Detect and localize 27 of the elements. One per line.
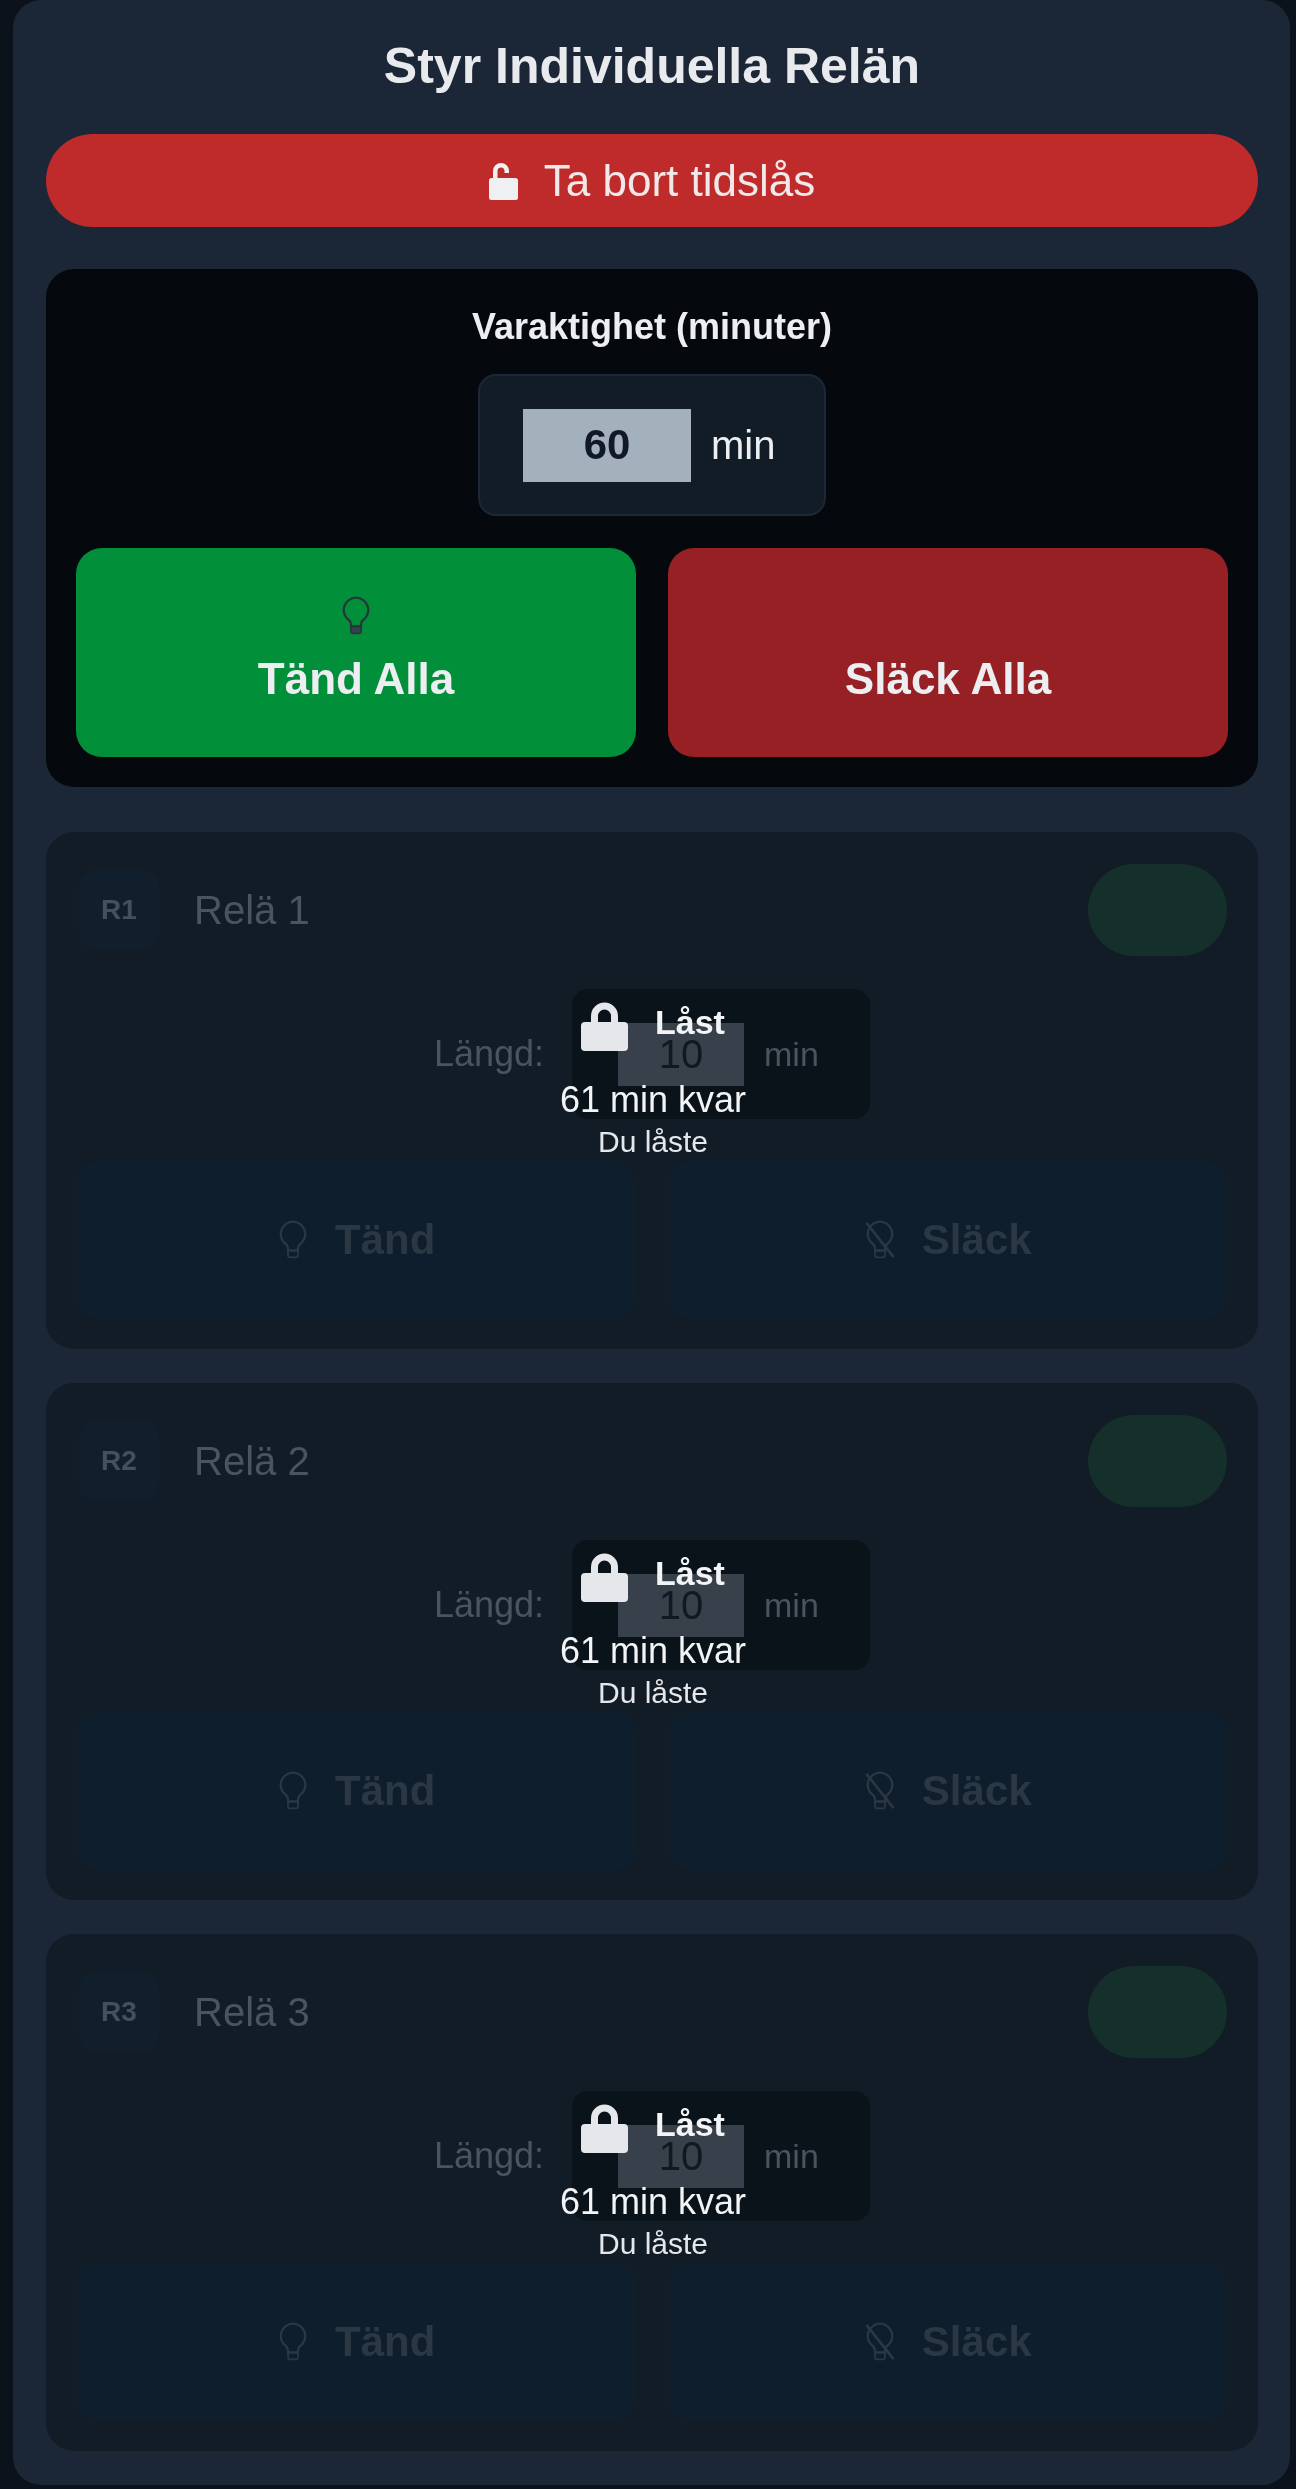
duration-label: Varaktighet (minuter) [471, 307, 833, 347]
lock-icon [581, 1552, 629, 1602]
relay-name: Relä 1 [194, 887, 310, 934]
lightbulb-icon [340, 596, 372, 636]
unit-label: min [764, 2136, 819, 2177]
duration-input[interactable]: 60 [523, 408, 691, 482]
length-label: Längd: [433, 2134, 545, 2178]
locked-by-text: Du låste [597, 1126, 709, 1158]
lock-icon [581, 2103, 629, 2153]
lightbulb-off-icon [863, 1771, 896, 1811]
page-title: Styr Individuella Relän [382, 38, 922, 94]
length-label: Längd: [433, 1032, 545, 1076]
locked-by-text: Du låste [597, 2228, 709, 2260]
lock-icon [581, 1001, 629, 1051]
unit-label: min [764, 1585, 819, 1626]
relay-name: Relä 3 [194, 1989, 310, 2036]
relay-name: Relä 2 [194, 1438, 310, 1485]
remove-lock-button[interactable]: Ta bort tidslås [46, 134, 1258, 227]
unit-label: min [711, 422, 776, 468]
locked-by-text: Du låste [597, 1677, 709, 1709]
unit-label: min [764, 1034, 819, 1075]
length-label: Längd: [433, 1583, 545, 1627]
unlock-icon [488, 161, 518, 200]
all-on-button[interactable]: Tänd Alla [76, 548, 636, 757]
lightbulb-off-icon [863, 2322, 896, 2362]
lightbulb-off-icon [863, 1220, 896, 1260]
all-off-button[interactable]: Släck Alla [668, 548, 1228, 757]
